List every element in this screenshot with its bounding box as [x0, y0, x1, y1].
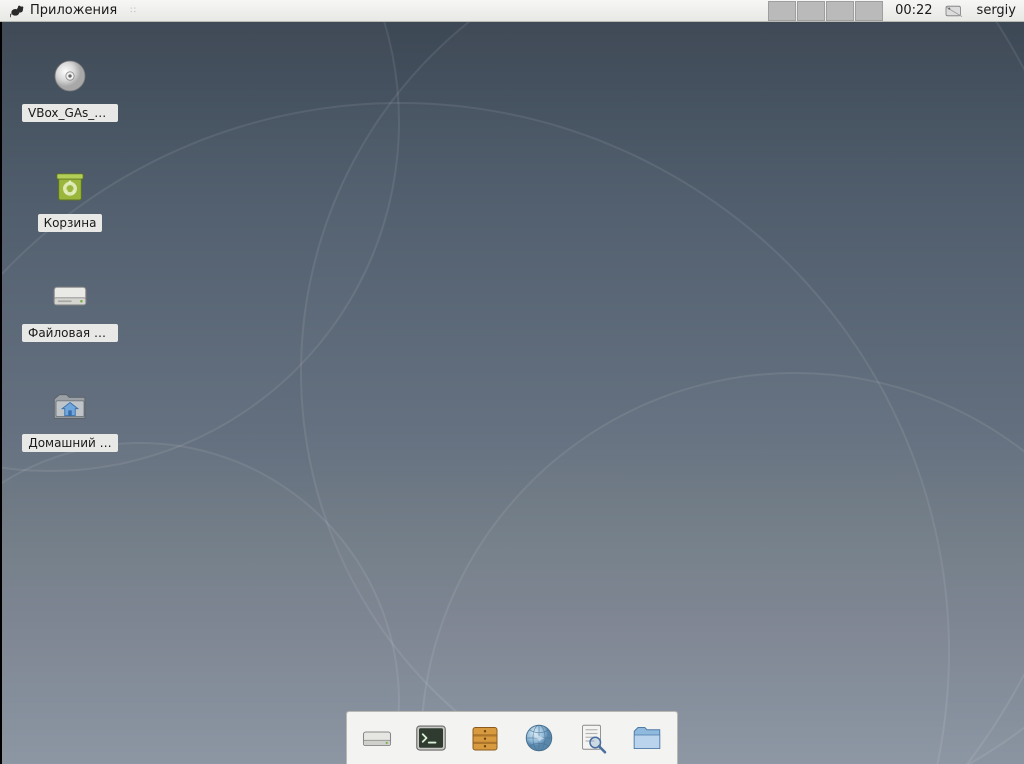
clock[interactable]: 00:22: [889, 3, 938, 18]
dock-web-browser[interactable]: [519, 718, 559, 758]
folder-icon: [629, 720, 665, 756]
screenshot-tray-icon[interactable]: [943, 2, 965, 20]
workspace-switcher[interactable]: [768, 1, 883, 21]
top-panel: Приложения ∷ 00:22 sergiy: [0, 0, 1024, 22]
user-menu[interactable]: sergiy: [969, 3, 1024, 18]
dock-show-desktop[interactable]: [357, 718, 397, 758]
home-folder-icon: [46, 382, 94, 430]
dock-terminal[interactable]: [411, 718, 451, 758]
applications-menu-label: Приложения: [30, 3, 117, 18]
workspace-3[interactable]: [826, 1, 854, 21]
workspace-4[interactable]: [855, 1, 883, 21]
xfce-mouse-icon: [10, 4, 26, 18]
desktop-icon-label: Файловая с…: [22, 324, 118, 342]
desktop-icon-trash[interactable]: Корзина: [20, 162, 120, 232]
dock-app-finder[interactable]: [573, 718, 613, 758]
show-desktop-icon: [359, 720, 395, 756]
desktop-icon-label: VBox_GAs_6…: [22, 104, 118, 122]
trash-icon: [46, 162, 94, 210]
panel-handle[interactable]: ∷: [127, 6, 137, 16]
globe-icon: [521, 720, 557, 756]
desktop[interactable]: VBox_GAs_6… Корзина: [0, 22, 1024, 764]
workspace-2[interactable]: [797, 1, 825, 21]
workspace-1[interactable]: [768, 1, 796, 21]
desktop-icon-filesystem[interactable]: Файловая с…: [20, 272, 120, 342]
dock-file-manager[interactable]: [465, 718, 505, 758]
terminal-icon: [413, 720, 449, 756]
file-manager-icon: [467, 720, 503, 756]
dock-home-folder[interactable]: [627, 718, 667, 758]
desktop-icon-label: Корзина: [38, 214, 103, 232]
desktop-icon-home[interactable]: Домашний …: [20, 382, 120, 452]
desktop-icon-cdrom[interactable]: VBox_GAs_6…: [20, 52, 120, 122]
cdrom-icon: [46, 52, 94, 100]
desktop-icon-label: Домашний …: [22, 434, 117, 452]
drive-icon: [46, 272, 94, 320]
applications-menu-button[interactable]: Приложения: [4, 0, 123, 21]
app-finder-icon: [575, 720, 611, 756]
bottom-dock: [346, 711, 678, 764]
